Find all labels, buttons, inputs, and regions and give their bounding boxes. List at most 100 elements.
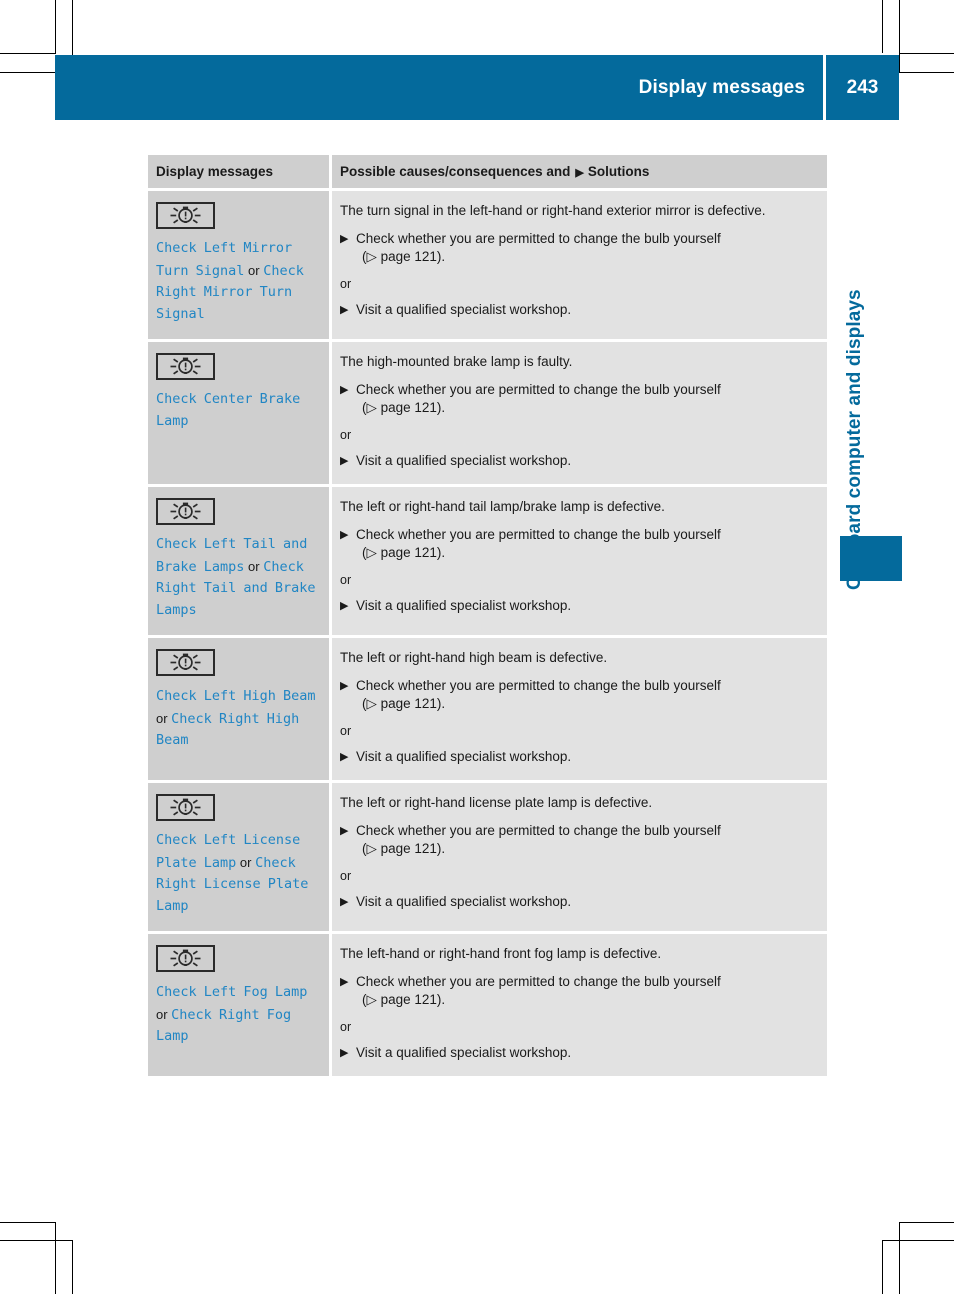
or-connector: or <box>340 276 352 291</box>
solution-step-1-text: Check whether you are permitted to chang… <box>356 822 721 838</box>
solution-step-2: ▶ Visit a qualified specialist workshop. <box>340 301 813 320</box>
page-number: 243 <box>846 76 879 98</box>
table-body: Check Left Mirror Turn Signal or Check R… <box>148 191 827 1076</box>
page-reference-1: (▷ page 121). <box>362 841 446 856</box>
crop-mark-top-left-h-outer <box>0 53 56 54</box>
cause-text: The turn signal in the left-hand or righ… <box>340 203 766 218</box>
bulb-warning-icon <box>156 202 215 229</box>
solution-bullet-icon: ▶ <box>340 1046 349 1059</box>
solution-step-2: ▶ Visit a qualified specialist workshop. <box>340 1044 813 1063</box>
display-message-text: Check Left Fog Lamp or Check Right Fog L… <box>156 981 321 1048</box>
solution-bullet-icon: ▶ <box>340 975 349 988</box>
message-or-connector: or <box>244 558 264 574</box>
chapter-thumb-index-marker <box>840 536 902 581</box>
cell-display-message: Check Center Brake Lamp <box>148 342 332 487</box>
or-connector: or <box>340 572 352 587</box>
cell-solutions: The high-mounted brake lamp is faulty. ▶… <box>332 342 827 487</box>
display-message-text: Check Left High Beam or Check Right High… <box>156 685 321 752</box>
bulb-warning-icon <box>156 498 215 525</box>
table-row: Check Left High Beam or Check Right High… <box>148 638 827 783</box>
solutions-bullet-icon: ▶ <box>575 167 584 179</box>
crop-mark-bottom-right-outer <box>899 1222 900 1294</box>
message-code-part: Check Right Fog Lamp <box>156 1006 292 1045</box>
bulb-warning-icon <box>156 353 215 380</box>
cell-solutions: The left or right-hand high beam is defe… <box>332 638 827 783</box>
solution-step-2-text: Visit a qualified specialist workshop. <box>356 893 572 909</box>
solution-step-1: ▶ Check whether you are permitted to cha… <box>340 822 813 859</box>
bulb-warning-icon <box>156 649 215 676</box>
crop-mark-top-right-outer <box>882 0 883 53</box>
chapter-tab-label: On-board computer and displays <box>844 289 865 590</box>
message-code-part: Check Left Fog Lamp <box>156 984 308 1000</box>
solution-step-1: ▶ Check whether you are permitted to cha… <box>340 526 813 563</box>
display-message-text: Check Left Tail and Brake Lamps or Check… <box>156 534 321 621</box>
column-header-messages: Display messages <box>148 155 332 191</box>
crop-mark-bottom-right-h-inner <box>882 1240 954 1241</box>
cell-display-message: Check Left Fog Lamp or Check Right Fog L… <box>148 934 332 1076</box>
solution-step-1: ▶ Check whether you are permitted to cha… <box>340 381 813 418</box>
cell-display-message: Check Left High Beam or Check Right High… <box>148 638 332 783</box>
display-message-text: Check Left Mirror Turn Signal or Check R… <box>156 238 321 325</box>
bulb-warning-icon <box>156 945 215 972</box>
solution-bullet-icon: ▶ <box>340 679 349 692</box>
solution-step-1-text: Check whether you are permitted to chang… <box>356 381 721 397</box>
solution-step-2: ▶ Visit a qualified specialist workshop. <box>340 893 813 912</box>
message-or-connector: or <box>156 710 172 726</box>
page-header: Display messages 243 <box>55 55 899 120</box>
solution-step-2-text: Visit a qualified specialist workshop. <box>356 748 572 764</box>
solution-bullet-icon: ▶ <box>340 824 349 837</box>
column-header-solutions-suffix: Solutions <box>587 164 650 179</box>
cell-solutions: The turn signal in the left-hand or righ… <box>332 191 827 342</box>
solution-bullet-icon: ▶ <box>340 232 349 245</box>
or-connector: or <box>340 868 352 883</box>
table-row: Check Left Fog Lamp or Check Right Fog L… <box>148 934 827 1076</box>
table-row: Check Left Tail and Brake Lamps or Check… <box>148 487 827 638</box>
solution-step-1: ▶ Check whether you are permitted to cha… <box>340 677 813 714</box>
or-connector: or <box>340 1019 352 1034</box>
message-code-part: Check Left High Beam <box>156 688 316 704</box>
crop-mark-top-right-inner <box>899 0 900 72</box>
cause-text: The left or right-hand license plate lam… <box>340 795 653 810</box>
display-message-text: Check Left License Plate Lamp or Check R… <box>156 830 321 917</box>
table-row: Check Left Mirror Turn Signal or Check R… <box>148 191 827 342</box>
message-code-part: Check Right High Beam <box>156 710 300 749</box>
solution-step-1: ▶ Check whether you are permitted to cha… <box>340 973 813 1010</box>
solution-step-1-text: Check whether you are permitted to chang… <box>356 230 721 246</box>
solution-bullet-icon: ▶ <box>340 750 349 763</box>
table-row: Check Center Brake Lamp The high-mounted… <box>148 342 827 487</box>
solution-step-1: ▶ Check whether you are permitted to cha… <box>340 230 813 267</box>
cell-display-message: Check Left License Plate Lamp or Check R… <box>148 783 332 934</box>
cause-text: The high-mounted brake lamp is faulty. <box>340 354 573 369</box>
page-reference-1: (▷ page 121). <box>362 249 446 264</box>
crop-mark-bottom-left-inner <box>72 1240 73 1294</box>
crop-mark-top-left-outer <box>55 0 56 53</box>
crop-mark-bottom-left-outer <box>55 1222 56 1294</box>
cause-text: The left or right-hand high beam is defe… <box>340 650 608 665</box>
cause-text: The left or right-hand tail lamp/brake l… <box>340 499 665 514</box>
cell-solutions: The left-hand or right-hand front fog la… <box>332 934 827 1076</box>
message-code-part: Check Center Brake Lamp <box>156 391 301 429</box>
page-reference-1: (▷ page 121). <box>362 400 446 415</box>
solution-bullet-icon: ▶ <box>340 528 349 541</box>
crop-mark-bottom-right-inner <box>882 1240 883 1294</box>
or-connector: or <box>340 427 352 442</box>
table-row: Check Left License Plate Lamp or Check R… <box>148 783 827 934</box>
page-reference-1: (▷ page 121). <box>362 545 446 560</box>
solution-step-2: ▶ Visit a qualified specialist workshop. <box>340 597 813 616</box>
column-header-solutions: Possible causes/consequences and ▶ Solutio… <box>332 155 827 191</box>
crop-mark-bottom-left-h-outer <box>0 1222 56 1223</box>
message-or-connector: or <box>244 262 264 278</box>
page-reference-1: (▷ page 121). <box>362 992 446 1007</box>
solution-step-2: ▶ Visit a qualified specialist workshop. <box>340 452 813 471</box>
message-or-connector: or <box>236 854 256 870</box>
crop-mark-top-right-h-outer <box>899 53 954 54</box>
display-messages-table: Display messages Possible causes/consequ… <box>148 155 827 1076</box>
solution-step-1-text: Check whether you are permitted to chang… <box>356 973 721 989</box>
table-header-row: Display messages Possible causes/consequ… <box>148 155 827 191</box>
solution-step-1-text: Check whether you are permitted to chang… <box>356 677 721 693</box>
bulb-warning-icon <box>156 794 215 821</box>
page-reference-1: (▷ page 121). <box>362 696 446 711</box>
column-header-solutions-prefix: Possible causes/consequences and <box>340 164 571 179</box>
solution-bullet-icon: ▶ <box>340 383 349 396</box>
page-title: Display messages <box>638 76 805 98</box>
